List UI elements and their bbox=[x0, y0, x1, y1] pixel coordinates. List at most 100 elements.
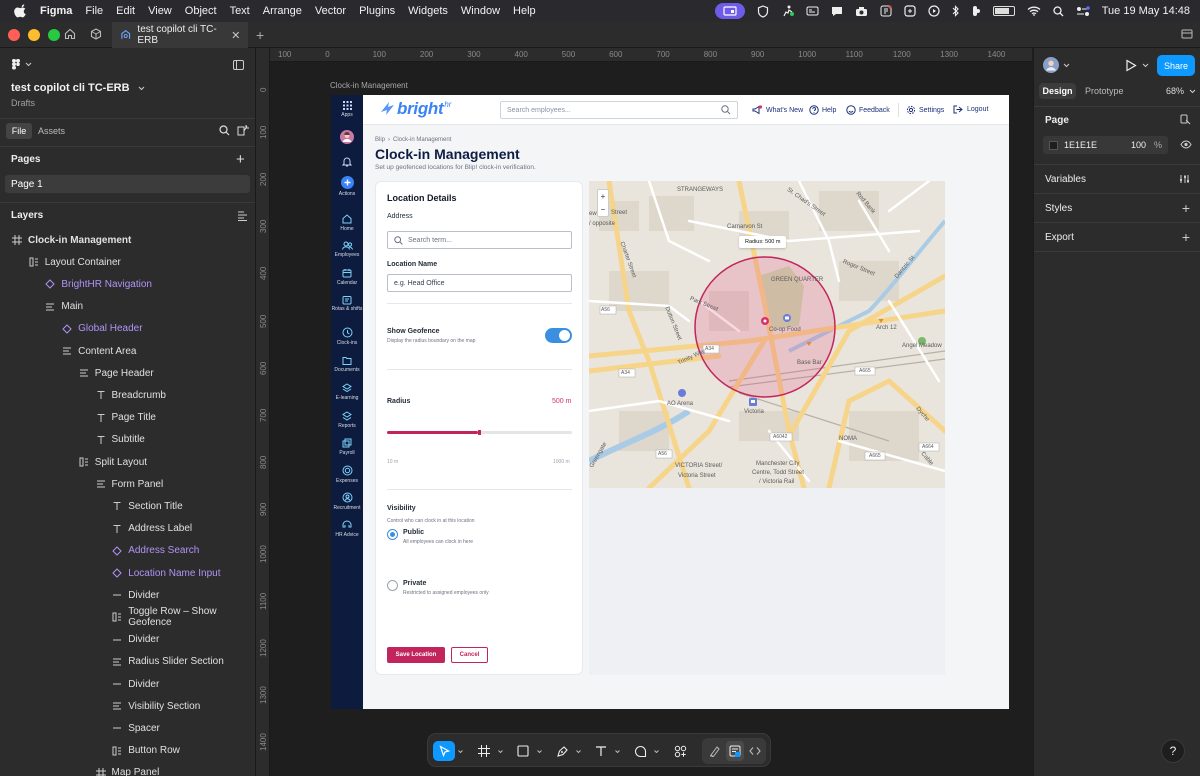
breadcrumb-root[interactable]: Blip bbox=[375, 137, 385, 143]
help-button[interactable]: ? bbox=[1161, 739, 1185, 763]
radio-private[interactable] bbox=[387, 580, 398, 591]
layer-row[interactable]: Toggle Row – Show Geofence bbox=[0, 606, 255, 628]
menu-edit[interactable]: Edit bbox=[116, 5, 135, 17]
nav-item-calendar[interactable]: Calendar bbox=[331, 268, 363, 286]
menu-widgets[interactable]: Widgets bbox=[408, 5, 448, 17]
layer-row[interactable]: Location Name Input bbox=[0, 562, 255, 584]
color-swatch[interactable] bbox=[1049, 140, 1058, 150]
radio-public[interactable] bbox=[387, 529, 398, 540]
logout-link[interactable]: Logout bbox=[953, 105, 988, 114]
screen-share-icon[interactable] bbox=[714, 3, 745, 19]
home-icon[interactable] bbox=[64, 28, 76, 40]
sliders-icon[interactable] bbox=[1179, 174, 1190, 184]
figma-mirror-icon[interactable] bbox=[880, 5, 892, 17]
page-item-page-1[interactable]: Page 1 bbox=[5, 175, 250, 193]
page-fill-opacity[interactable]: 100 bbox=[1131, 140, 1146, 150]
new-tab-icon[interactable]: + bbox=[256, 27, 264, 43]
main-menu-button[interactable] bbox=[11, 58, 32, 71]
layer-row[interactable]: Global Header bbox=[0, 318, 255, 340]
layer-row[interactable]: Button Row bbox=[0, 740, 255, 762]
clock-in-frame[interactable]: Apps Actions Home Employees Calendar Rot… bbox=[331, 95, 1009, 709]
add-style-icon[interactable]: + bbox=[1182, 200, 1190, 216]
layer-row[interactable]: Map Panel bbox=[0, 762, 255, 776]
search-icon[interactable] bbox=[219, 125, 230, 136]
tab-prototype[interactable]: Prototype bbox=[1085, 86, 1124, 96]
layer-row[interactable]: Page Header bbox=[0, 362, 255, 384]
nav-item-employees[interactable]: Employees bbox=[331, 241, 363, 258]
menu-help[interactable]: Help bbox=[513, 5, 536, 17]
nav-item-e-learning[interactable]: E-learning bbox=[331, 383, 363, 401]
nav-item-expenses[interactable]: Expenses bbox=[331, 465, 363, 484]
menu-arrange[interactable]: Arrange bbox=[263, 5, 302, 17]
grammarly-icon[interactable] bbox=[904, 5, 916, 17]
layer-row[interactable]: Subtitle bbox=[0, 429, 255, 451]
nav-notifications[interactable] bbox=[331, 156, 363, 169]
window-minimize-button[interactable] bbox=[28, 28, 40, 41]
dev-mode-button[interactable] bbox=[746, 741, 764, 761]
layer-row[interactable]: BrightHR Navigation bbox=[0, 273, 255, 295]
panel-layout-icon[interactable] bbox=[233, 60, 244, 70]
pen-tool-chevron[interactable] bbox=[574, 741, 582, 761]
control-center-icon[interactable] bbox=[1076, 5, 1090, 17]
menu-app-name[interactable]: Figma bbox=[40, 5, 72, 17]
nav-item-rotas[interactable]: Rotas & shifts bbox=[331, 295, 363, 312]
move-tool[interactable] bbox=[433, 741, 455, 761]
vpn-shield-icon[interactable] bbox=[757, 4, 769, 18]
layer-row[interactable]: Divider bbox=[0, 673, 255, 695]
close-tab-icon[interactable] bbox=[232, 31, 240, 39]
file-name-button[interactable]: test copilot cli TC-ERB bbox=[11, 82, 145, 94]
nav-item-actions[interactable]: Actions bbox=[331, 176, 363, 197]
layer-row[interactable]: Form Panel bbox=[0, 473, 255, 495]
geofence-toggle[interactable] bbox=[545, 328, 572, 343]
whats-new-link[interactable]: What's New bbox=[752, 105, 803, 115]
tab-design[interactable]: Design bbox=[1039, 83, 1076, 99]
feedback-link[interactable]: Feedback bbox=[846, 105, 890, 115]
text-tool-chevron[interactable] bbox=[613, 741, 621, 761]
tab-assets[interactable]: Assets bbox=[38, 126, 65, 136]
styles-section[interactable]: Styles + bbox=[1034, 193, 1200, 222]
layer-row[interactable]: Spacer bbox=[0, 717, 255, 739]
layer-row[interactable]: Content Area bbox=[0, 340, 255, 362]
sidebar-toggle-icon[interactable] bbox=[1181, 28, 1193, 40]
nav-item-documents[interactable]: Documents bbox=[331, 356, 363, 373]
file-tab[interactable]: test copilot cli TC-ERB bbox=[112, 22, 248, 48]
nav-item-clock-ins[interactable]: Clock-ins bbox=[331, 327, 363, 346]
layer-row[interactable]: Layout Container bbox=[0, 251, 255, 273]
nav-item-payroll[interactable]: Payroll bbox=[331, 438, 363, 456]
caption-icon[interactable] bbox=[806, 6, 819, 16]
nav-avatar[interactable] bbox=[331, 130, 363, 146]
map-zoom-out-button[interactable]: − bbox=[601, 205, 606, 214]
map-view[interactable] bbox=[589, 181, 945, 488]
zoom-dropdown[interactable]: 68% bbox=[1166, 86, 1196, 96]
page-fill-hex[interactable]: 1E1E1E bbox=[1064, 140, 1097, 150]
menu-view[interactable]: View bbox=[148, 5, 172, 17]
frame-tool-chevron[interactable] bbox=[496, 741, 504, 761]
variables-section[interactable]: Variables bbox=[1034, 164, 1200, 193]
figma-tray-icon[interactable] bbox=[972, 5, 981, 17]
employee-search-input[interactable]: Search employees... bbox=[500, 101, 738, 119]
layer-row[interactable]: Main bbox=[0, 296, 255, 318]
brighthr-logo[interactable]: bright hr bbox=[379, 99, 451, 117]
shape-tool[interactable] bbox=[513, 741, 533, 761]
nav-item-apps[interactable]: Apps bbox=[331, 101, 363, 118]
menu-file[interactable]: File bbox=[85, 5, 103, 17]
add-export-icon[interactable]: + bbox=[1182, 229, 1190, 245]
address-search-input[interactable]: Search term... bbox=[387, 231, 572, 249]
location-name-input[interactable]: e.g. Head Office bbox=[387, 274, 572, 292]
bluetooth-icon[interactable] bbox=[952, 5, 960, 17]
eye-icon[interactable] bbox=[1180, 140, 1192, 149]
shape-tool-chevron[interactable] bbox=[535, 741, 543, 761]
add-page-icon[interactable]: + bbox=[236, 151, 245, 168]
share-button[interactable]: Share bbox=[1157, 55, 1195, 76]
library-icon[interactable] bbox=[237, 124, 249, 136]
menu-window[interactable]: Window bbox=[461, 5, 500, 17]
layer-row[interactable]: Split Layout bbox=[0, 451, 255, 473]
window-zoom-button[interactable] bbox=[48, 28, 60, 41]
community-icon[interactable] bbox=[90, 28, 102, 40]
menu-vector[interactable]: Vector bbox=[315, 5, 346, 17]
comment-tool-chevron[interactable] bbox=[652, 741, 660, 761]
pen-tool[interactable] bbox=[552, 741, 572, 761]
move-tool-chevron[interactable] bbox=[456, 741, 464, 761]
layer-row[interactable]: Divider bbox=[0, 584, 255, 606]
style-picker-icon[interactable] bbox=[1180, 114, 1191, 126]
